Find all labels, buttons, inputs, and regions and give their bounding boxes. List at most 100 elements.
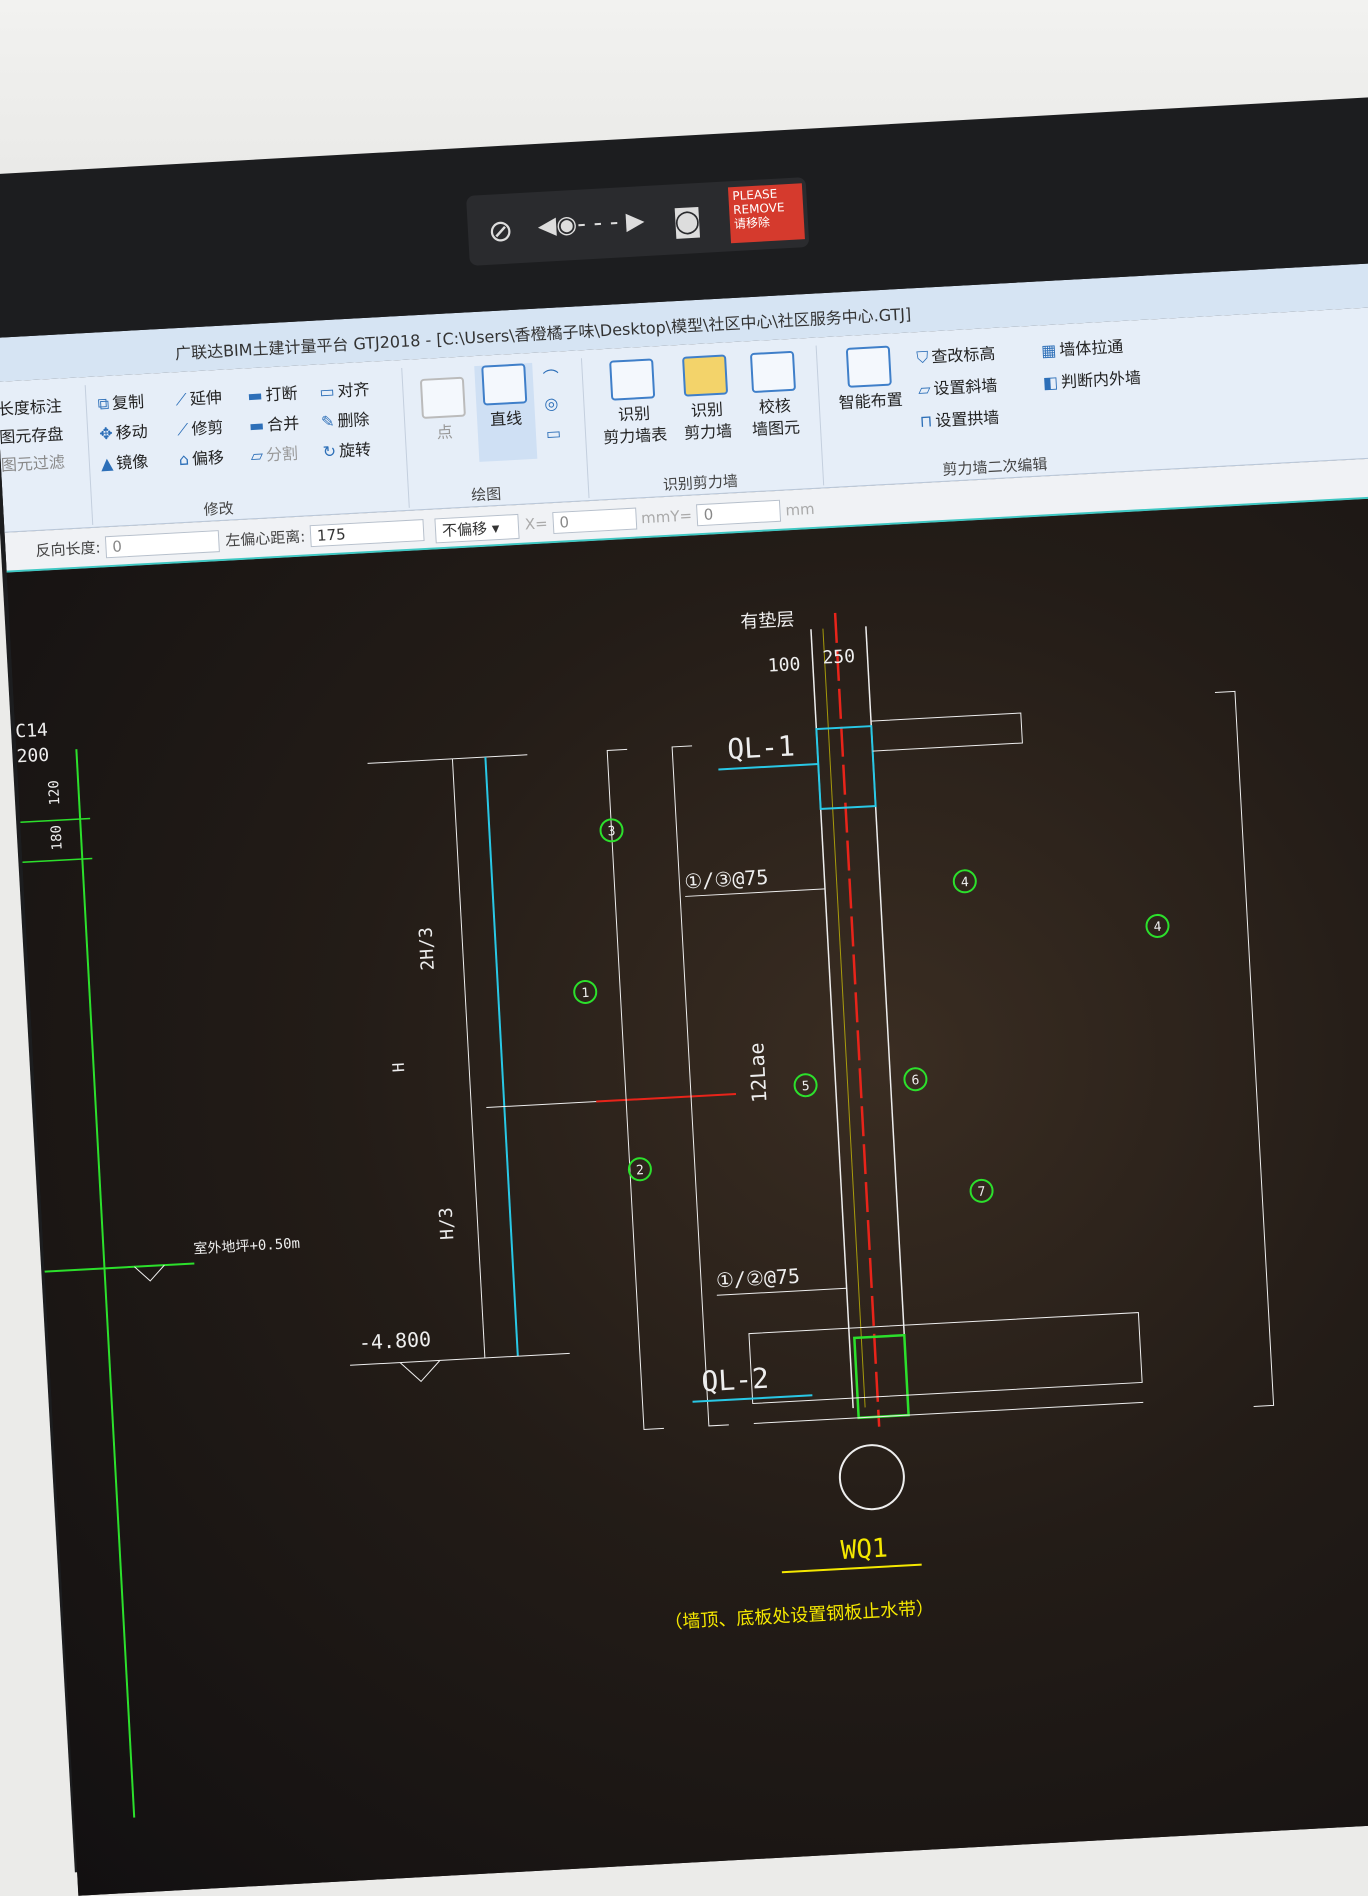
note-waterstop: （墙顶、底板处设置钢板止水带）: [664, 1598, 935, 1634]
filter-element-button[interactable]: 图元过滤: [0, 448, 65, 475]
align-button[interactable]: ▭ 对齐: [319, 376, 370, 403]
x-input[interactable]: 0: [551, 507, 637, 535]
label-200: 200: [16, 745, 50, 768]
label-ql1: QL-1: [726, 729, 795, 766]
label-wq1: WQ1: [840, 1533, 889, 1565]
group-label-secondary: 剪力墙二次编辑: [942, 455, 1048, 479]
smart-layout-icon: [845, 345, 892, 388]
delete-button[interactable]: ✎ 删除: [320, 406, 370, 433]
identify-wall-table-button[interactable]: 识别 剪力墙表: [594, 358, 673, 450]
callout-1-2: ①/②@75: [715, 1264, 800, 1293]
circle-label-3: 3: [607, 824, 616, 839]
offset-mode-select[interactable]: 不偏移 ▾: [434, 513, 520, 544]
mirror-icon: ▲: [100, 453, 114, 474]
label-elev: -4.800: [358, 1327, 431, 1355]
circle-label-2: 2: [636, 1163, 645, 1178]
left-offset-input[interactable]: 175: [309, 519, 425, 548]
point-icon: [419, 376, 466, 419]
group-label-identify: 识别剪力墙: [662, 471, 739, 495]
line-button[interactable]: 直线: [474, 362, 538, 462]
elevation-icon: ⛉: [915, 347, 929, 368]
arc-icon[interactable]: ⌒: [542, 363, 562, 388]
break-button[interactable]: ▬ 打断: [247, 380, 298, 407]
trim-button[interactable]: ⟋ 修剪: [176, 414, 224, 440]
label-ground: 室外地坪+0.50m: [193, 1235, 300, 1258]
circle-label-7: 7: [977, 1185, 986, 1200]
align-icon: ▭: [318, 381, 336, 402]
extend-icon: ⟋: [175, 389, 188, 410]
circle-label-5: 5: [801, 1079, 810, 1094]
slant-wall-icon: ▱: [917, 379, 931, 400]
judge-wall-icon: ◧: [1042, 372, 1059, 393]
set-arch-wall-button[interactable]: ⊓ 设置拱墙: [919, 404, 1000, 432]
app-screen: 广联达BIM土建计量平台 GTJ2018 - [C:\Users\香橙橘子味\D…: [0, 261, 1368, 1896]
group-label-modify: 修改: [203, 499, 235, 519]
callout-1-3: ①/③@75: [684, 865, 769, 894]
label-100: 100: [767, 654, 801, 677]
divider: [401, 367, 410, 508]
copy-icon: ⧉: [97, 393, 110, 414]
save-element-button[interactable]: 图元存盘: [0, 420, 64, 447]
circle-label-1: 1: [581, 986, 590, 1001]
cad-canvas[interactable]: C14 200 120 180 室外地坪+0.50m 2H/3 H/3 H -4…: [6, 495, 1368, 1896]
remove-label-en: PLEASE REMOVE: [732, 186, 785, 218]
divider: [815, 345, 825, 486]
wall-extend-button[interactable]: ▦ 墙体拉通: [1040, 333, 1124, 361]
label-12lae: 12Lae: [744, 1042, 771, 1103]
circle-label-6: 6: [911, 1073, 920, 1088]
label-250: 250: [822, 646, 856, 669]
label-180: 180: [48, 825, 65, 851]
pipe-circle: [838, 1444, 905, 1511]
wall-extend-icon: ▦: [1040, 340, 1057, 361]
divider: [580, 358, 590, 499]
merge-icon: ▬: [248, 415, 265, 436]
label-h: H: [389, 1062, 408, 1073]
label-cushion: 有垫层: [740, 609, 795, 633]
rotate-icon: ↻: [322, 441, 337, 462]
xy-fields: X= 0 mmY= 0 mm: [524, 499, 816, 535]
check-wall-icon: [749, 350, 797, 394]
smart-layout-button[interactable]: 智能布置: [828, 345, 911, 415]
identify-shear-wall-button[interactable]: 识别 剪力墙: [674, 354, 739, 445]
beam-ql1: [815, 725, 877, 811]
label-ql2: QL-2: [701, 1362, 770, 1399]
eraser-icon: ✎: [320, 411, 335, 432]
label-120: 120: [46, 780, 63, 806]
brick-wall-icon: [682, 354, 729, 397]
move-button[interactable]: ✥ 移动: [99, 418, 149, 445]
point-button[interactable]: 点: [417, 376, 470, 445]
table-icon: [609, 358, 656, 401]
modify-elevation-button[interactable]: ⛉ 查改标高: [916, 340, 996, 368]
slider-arrow-icon: ◀◉- - - ▶: [537, 206, 646, 241]
group-label-draw: 绘图: [470, 484, 502, 505]
rotate-button[interactable]: ↻ 旋转: [322, 436, 372, 463]
circle-label-4a: 4: [961, 875, 970, 890]
circle-label-4b: 4: [1153, 920, 1162, 935]
mirror-button[interactable]: ▲ 镜像: [100, 448, 149, 475]
reverse-length-input[interactable]: 0: [104, 530, 220, 559]
reverse-length-field: 反向长度: 0: [35, 530, 220, 562]
break-icon: ▬: [246, 385, 264, 406]
left-offset-field: 左偏心距离: 175: [225, 519, 425, 552]
split-icon: ▱: [250, 445, 264, 466]
merge-button[interactable]: ▬ 合并: [248, 410, 300, 437]
copy-button[interactable]: ⧉ 复制: [97, 388, 145, 414]
beam-ql2: [853, 1333, 910, 1420]
circle-icon[interactable]: ◎: [544, 393, 562, 414]
elevation-line: [75, 749, 136, 1818]
set-slant-wall-button[interactable]: ▱ 设置斜墙: [917, 372, 998, 400]
check-wall-button[interactable]: 校核 墙图元: [742, 350, 807, 441]
line-icon: [481, 363, 528, 406]
offset-button[interactable]: ⌂ 偏移: [178, 444, 224, 470]
split-button[interactable]: ▱ 分割: [250, 440, 299, 467]
label-c14: C14: [15, 720, 49, 743]
y-input[interactable]: 0: [696, 499, 782, 527]
camera-icon: ◙: [671, 202, 703, 240]
divider: [84, 385, 94, 525]
move-icon: ✥: [98, 423, 114, 444]
judge-wall-button[interactable]: ◧ 判断内外墙: [1042, 364, 1141, 393]
label-2h3: 2H/3: [416, 927, 439, 971]
rectangle-icon[interactable]: ▭: [545, 423, 564, 443]
length-dim-button[interactable]: 长度标注: [0, 392, 62, 419]
extend-button[interactable]: ⟋ 延伸: [175, 384, 222, 410]
